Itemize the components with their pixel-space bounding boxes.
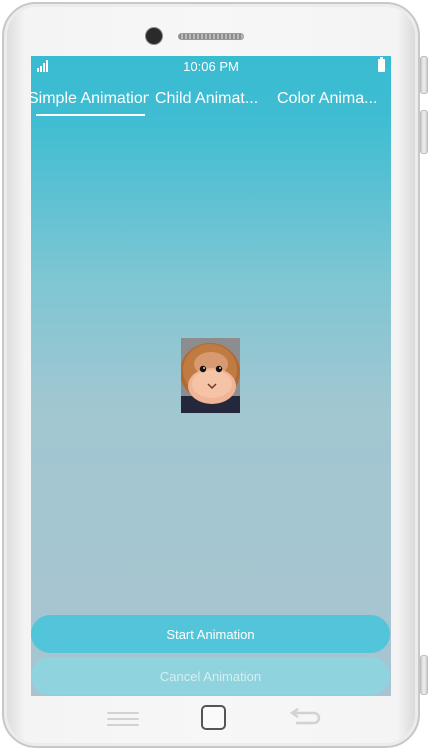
tab-simple-animation[interactable]: Simple Animation	[31, 90, 149, 112]
tab-child-animation[interactable]: Child Animat...	[155, 90, 271, 112]
battery-icon	[378, 57, 385, 72]
tab-bar: Simple Animation Child Animat... Color A…	[31, 82, 391, 118]
menu-key-icon[interactable]	[107, 711, 139, 727]
status-time: 10:06 PM	[183, 59, 239, 74]
front-camera	[146, 28, 162, 44]
start-animation-button[interactable]: Start Animation	[31, 615, 390, 653]
cancel-animation-button[interactable]: Cancel Animation	[31, 657, 390, 695]
status-bar: 10:06 PM	[31, 56, 391, 78]
tab-label: Simple Animation	[31, 90, 149, 107]
volume-up-button	[420, 56, 428, 94]
earpiece-speaker	[178, 33, 244, 40]
tab-selected-indicator	[36, 114, 145, 116]
power-button	[420, 655, 428, 695]
monkey-plush-image	[181, 338, 240, 413]
home-key-icon[interactable]	[201, 705, 226, 730]
tab-color-animation[interactable]: Color Anima...	[277, 90, 391, 112]
back-key-icon[interactable]	[288, 707, 322, 728]
volume-down-button	[420, 110, 428, 154]
tab-label: Child Animat...	[155, 90, 259, 107]
tab-label: Color Anima...	[277, 90, 378, 107]
app-screen: 10:06 PM Simple Animation Child Animat..…	[31, 56, 391, 696]
